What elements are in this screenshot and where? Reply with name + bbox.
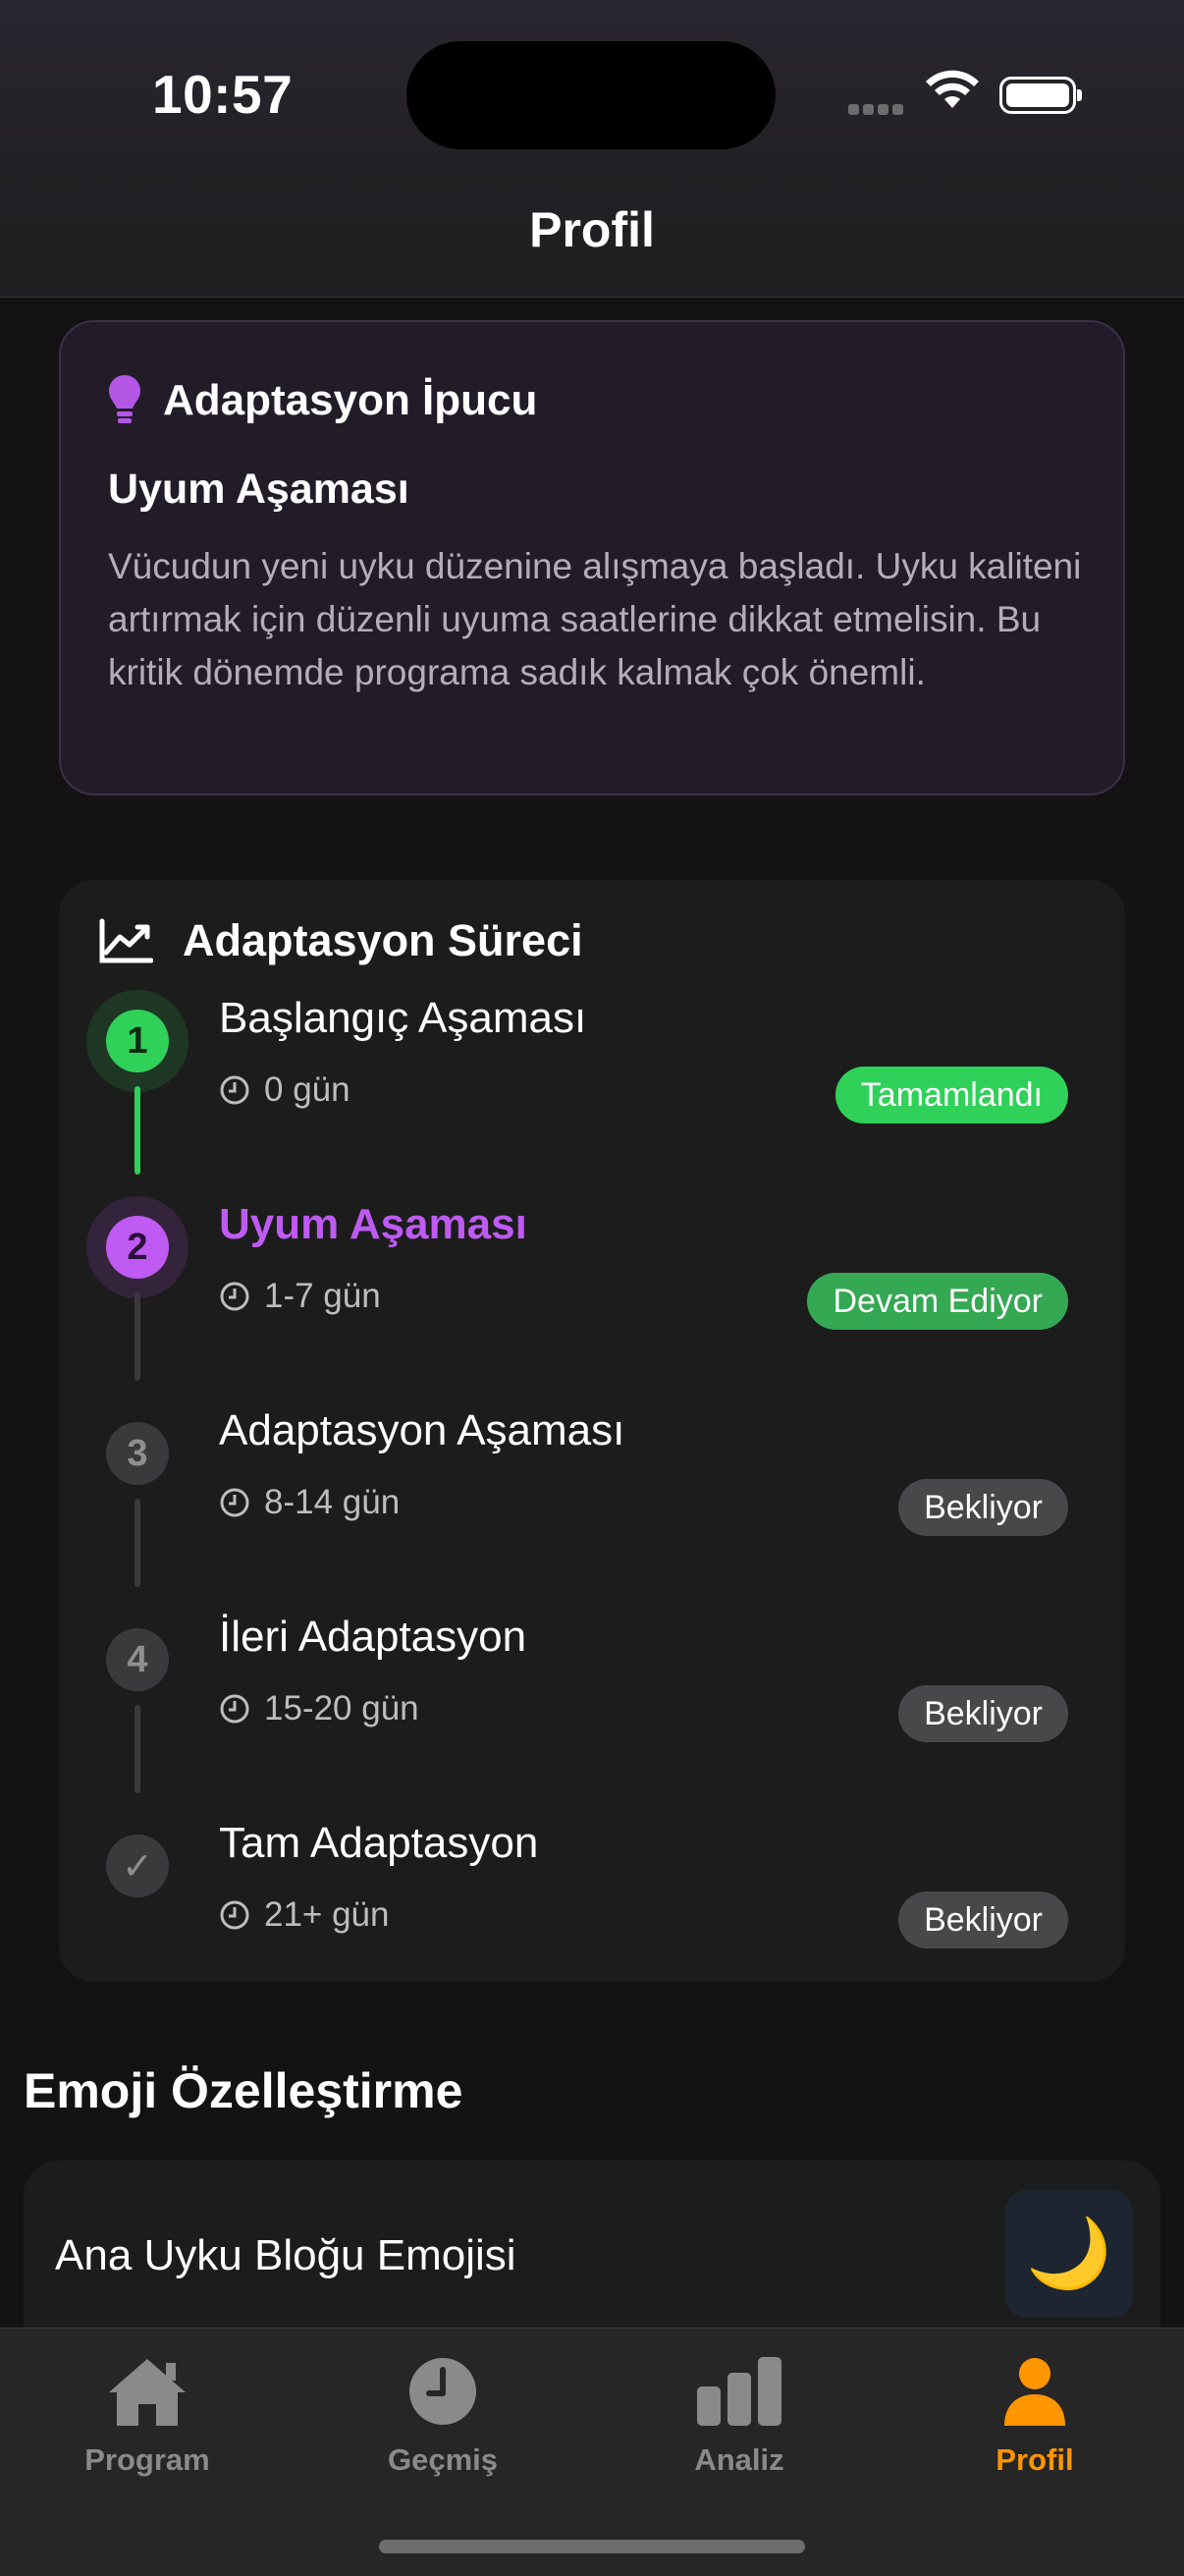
adaptation-tip-card: Adaptasyon İpucu Uyum Aşaması Vücudun ye… (59, 320, 1125, 795)
step-item-ileri: 4 İleri Adaptasyon 15-20 gün Bekliyor (59, 1603, 1125, 1809)
clock-icon (409, 2358, 476, 2425)
step-title: Başlangıç Aşaması (219, 994, 587, 1042)
step-duration: 15-20 gün (219, 1689, 419, 1728)
step-connector (135, 1499, 140, 1587)
tab-program[interactable]: Program (25, 2354, 270, 2478)
step-marker: 4 (106, 1628, 169, 1691)
status-badge: Bekliyor (898, 1891, 1068, 1948)
tab-analiz[interactable]: Analiz (617, 2354, 862, 2478)
step-connector (135, 1705, 140, 1793)
cellular-signal-icon (848, 102, 907, 120)
step-title: Tam Adaptasyon (219, 1819, 539, 1867)
clock-icon (220, 1075, 249, 1105)
clock-icon (220, 1694, 249, 1724)
battery-icon (999, 77, 1082, 114)
trend-chart-icon (99, 918, 153, 963)
moon-emoji-button[interactable]: 🌙 (1005, 2190, 1133, 2318)
clock-icon (220, 1488, 249, 1517)
tab-profil[interactable]: Profil (912, 2354, 1157, 2478)
navigation-header: 10:57 Profil (0, 0, 1184, 298)
process-title: Adaptasyon Süreci (183, 915, 583, 965)
clock-icon (220, 1900, 249, 1930)
main-sleep-emoji-label: Ana Uyku Bloğu Emojisi (55, 2231, 516, 2279)
step-duration: 1-7 gün (219, 1277, 381, 1316)
step-days-text: 21+ gün (264, 1895, 390, 1934)
emoji-section-title: Emoji Özelleştirme (24, 2063, 463, 2118)
status-badge: Tamamlandı (834, 1067, 1068, 1124)
step-item-adaptasyon: 3 Adaptasyon Aşaması 8-14 gün Bekliyor (59, 1397, 1125, 1603)
clock-icon (220, 1282, 249, 1311)
status-badge: Bekliyor (898, 1685, 1068, 1742)
step-title: Adaptasyon Aşaması (219, 1406, 625, 1454)
wifi-icon (926, 70, 979, 108)
step-duration: 8-14 gün (219, 1483, 400, 1522)
step-item-baslangic: 1 Başlangıç Aşaması 0 gün Tamamlandı (59, 984, 1125, 1190)
lightbulb-icon (109, 375, 140, 423)
page-title: Profil (529, 202, 655, 257)
chart-bars-icon (697, 2357, 781, 2426)
step-item-tam: ✓ Tam Adaptasyon 21+ gün Bekliyor (59, 1809, 1125, 2015)
step-days-text: 1-7 gün (264, 1277, 381, 1315)
status-badge: Devam Ediyor (807, 1273, 1068, 1330)
tip-description: Vücudun yeni uyku düzenine alışmaya başl… (108, 546, 1082, 692)
tip-title: Adaptasyon İpucu (163, 376, 538, 424)
person-icon (1004, 2358, 1065, 2426)
home-indicator[interactable] (379, 2540, 805, 2553)
step-item-uyum: 2 Uyum Aşaması 1-7 gün Devam Ediyor (59, 1190, 1125, 1397)
tab-label: Geçmiş (387, 2442, 498, 2477)
checkmark-icon: ✓ (106, 1835, 169, 1897)
step-marker: 2 (106, 1216, 169, 1279)
step-title: Uyum Aşaması (219, 1200, 527, 1248)
step-days-text: 15-20 gün (264, 1689, 419, 1727)
tip-subtitle: Uyum Aşaması (108, 466, 409, 513)
step-days-text: 0 gün (264, 1070, 350, 1109)
dynamic-island (406, 41, 776, 149)
tab-label: Profil (996, 2442, 1074, 2477)
step-marker: 3 (106, 1422, 169, 1485)
step-connector (135, 1292, 140, 1381)
status-badge: Bekliyor (898, 1479, 1068, 1536)
step-marker: 1 (106, 1010, 169, 1072)
status-time: 10:57 (152, 64, 294, 125)
adaptation-process-card: Adaptasyon Süreci 1 Başlangıç Aşaması 0 … (59, 880, 1125, 1982)
step-duration: 21+ gün (219, 1895, 390, 1935)
home-icon (109, 2359, 186, 2426)
step-days-text: 8-14 gün (264, 1483, 401, 1521)
step-connector (135, 1086, 140, 1175)
tab-gecmis[interactable]: Geçmiş (320, 2354, 565, 2478)
step-duration: 0 gün (219, 1070, 350, 1110)
tab-label: Program (84, 2442, 210, 2477)
tab-label: Analiz (694, 2442, 784, 2477)
step-title: İleri Adaptasyon (219, 1613, 527, 1661)
